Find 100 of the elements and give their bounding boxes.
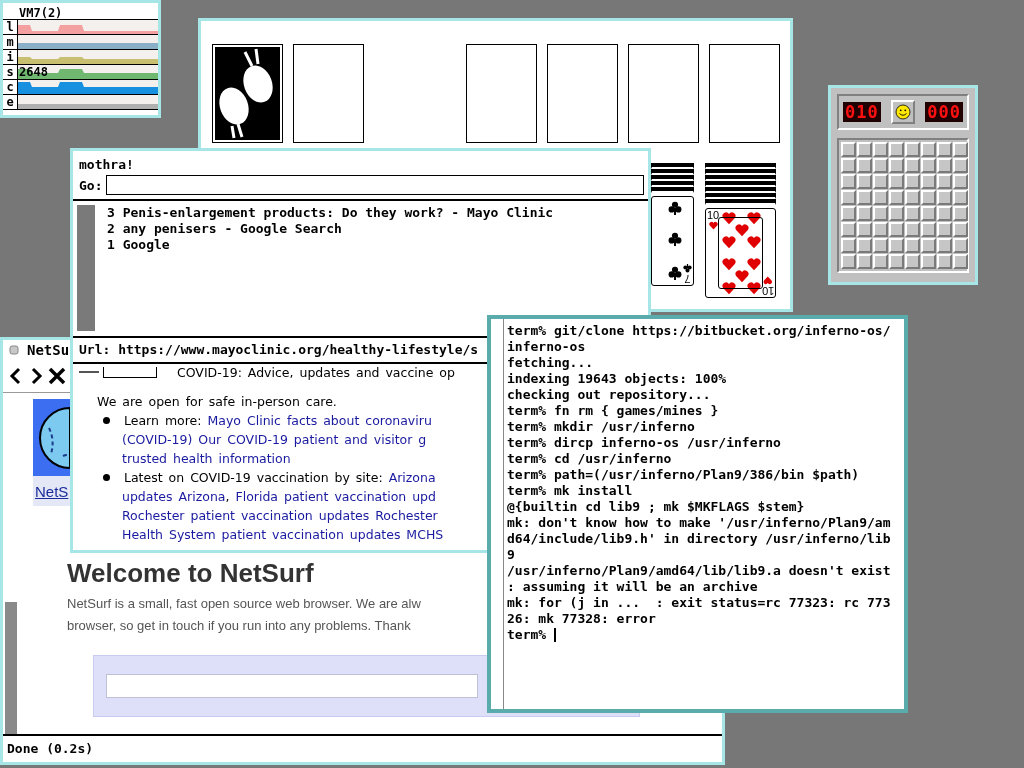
minefield-cell[interactable] — [889, 174, 904, 189]
minefield-cell[interactable] — [873, 238, 888, 253]
link[interactable]: updates Arizona — [122, 489, 226, 504]
history-item[interactable]: 2 any penisers - Google Search — [107, 221, 554, 237]
minefield-cell[interactable] — [937, 206, 952, 221]
minefield-cell[interactable] — [921, 174, 936, 189]
link[interactable]: Mayo Clinic facts about coronaviru — [207, 413, 432, 428]
minefield-cell[interactable] — [937, 238, 952, 253]
minefield-cell[interactable] — [905, 238, 920, 253]
minefield-cell[interactable] — [873, 206, 888, 221]
minefield-cell[interactable] — [921, 238, 936, 253]
minefield-cell[interactable] — [921, 222, 936, 237]
minefield-cell[interactable] — [841, 158, 856, 173]
minefield-cell[interactable] — [889, 238, 904, 253]
link[interactable]: Health System patient vaccination updates MCHS — [122, 527, 444, 542]
minefield-cell[interactable] — [937, 254, 952, 269]
minefield-cell[interactable] — [873, 142, 888, 157]
minefield-cell[interactable] — [905, 174, 920, 189]
history-item[interactable]: 1 Google — [107, 237, 554, 253]
face-down-card[interactable] — [705, 169, 776, 175]
minefield-cell[interactable] — [953, 142, 968, 157]
paragraph-line: browser, so get in touch if you run into any problems. Thank — [67, 617, 411, 635]
face-down-card[interactable] — [651, 163, 694, 169]
minefield-cell[interactable] — [889, 190, 904, 205]
minefield-cell[interactable] — [841, 206, 856, 221]
minefield-cell[interactable] — [953, 222, 968, 237]
link[interactable]: Florida patient vaccination upd — [235, 489, 436, 504]
face-down-card[interactable] — [705, 181, 776, 187]
nav-link[interactable]: NetS — [35, 482, 69, 500]
minefield-cell[interactable] — [905, 206, 920, 221]
minefield-cell[interactable] — [889, 142, 904, 157]
minefield-cell[interactable] — [905, 222, 920, 237]
minefield-cell[interactable] — [873, 222, 888, 237]
minefield-cell[interactable] — [889, 222, 904, 237]
minefield-cell[interactable] — [873, 174, 888, 189]
face-down-card[interactable] — [651, 181, 694, 187]
minefield-cell[interactable] — [953, 238, 968, 253]
minefield-cell[interactable] — [937, 190, 952, 205]
heart-icon — [747, 235, 762, 250]
face-down-card[interactable] — [705, 163, 776, 169]
minefield-cell[interactable] — [953, 254, 968, 269]
minefield-cell[interactable] — [857, 190, 872, 205]
minefield-cell[interactable] — [841, 222, 856, 237]
reset-button[interactable] — [891, 100, 915, 124]
face-down-card[interactable] — [705, 199, 776, 205]
minefield-cell[interactable] — [921, 142, 936, 157]
minefield-cell[interactable] — [921, 158, 936, 173]
scrollbar-thumb[interactable] — [5, 602, 17, 734]
minefield-cell[interactable] — [857, 142, 872, 157]
minefield-cell[interactable] — [841, 142, 856, 157]
minefield-cell[interactable] — [873, 190, 888, 205]
minefield-cell[interactable] — [937, 222, 952, 237]
minefield-cell[interactable] — [953, 158, 968, 173]
minefield-cell[interactable] — [857, 254, 872, 269]
minefield-cell[interactable] — [857, 238, 872, 253]
minefield-cell[interactable] — [857, 174, 872, 189]
minefield-cell[interactable] — [921, 206, 936, 221]
face-down-card[interactable] — [705, 187, 776, 193]
minefield-cell[interactable] — [937, 174, 952, 189]
minefield-cell[interactable] — [921, 190, 936, 205]
face-down-card[interactable] — [705, 175, 776, 181]
minefield-cell[interactable] — [841, 238, 856, 253]
minefield-cell[interactable] — [953, 206, 968, 221]
minefield-cell[interactable] — [953, 190, 968, 205]
search-field[interactable] — [106, 674, 478, 698]
link[interactable]: trusted health information — [122, 451, 291, 466]
minefield-cell[interactable] — [889, 254, 904, 269]
minefield-cell[interactable] — [905, 158, 920, 173]
minefield-cell[interactable] — [889, 206, 904, 221]
card-back-drawing[interactable] — [212, 44, 283, 143]
minefield-cell[interactable] — [857, 222, 872, 237]
face-down-card[interactable] — [651, 175, 694, 181]
minefield-cell[interactable] — [953, 174, 968, 189]
terminal-line: 9 — [507, 547, 516, 563]
face-down-card[interactable] — [651, 187, 694, 193]
minefield-cell[interactable] — [857, 206, 872, 221]
minefield-cell[interactable] — [905, 254, 920, 269]
minefield-cell[interactable] — [889, 158, 904, 173]
minefield-cell[interactable] — [937, 158, 952, 173]
minefield-cell[interactable] — [841, 254, 856, 269]
minefield-cell[interactable] — [905, 190, 920, 205]
link[interactable]: Rochester patient vaccination updates Rochester — [122, 508, 438, 523]
playing-card[interactable]: 7 — [651, 196, 694, 286]
link[interactable]: (COVID-19) Our COVID-19 patient and visitor g — [122, 432, 427, 447]
link[interactable]: Arizona — [388, 470, 436, 485]
minefield-cell[interactable] — [857, 158, 872, 173]
minefield-cell[interactable] — [841, 190, 856, 205]
minefield-cell[interactable] — [937, 142, 952, 157]
history-item[interactable]: 3 Penis-enlargement products: Do they work? - Mayo Clinic — [107, 205, 554, 221]
minefield-cell[interactable] — [841, 174, 856, 189]
minefield-cell[interactable] — [873, 158, 888, 173]
scrollbar[interactable] — [77, 205, 95, 331]
face-down-card[interactable] — [651, 169, 694, 175]
minefield-cell[interactable] — [873, 254, 888, 269]
playing-card[interactable]: 10 10 — [705, 208, 776, 298]
close-icon[interactable] — [47, 366, 65, 386]
minefield-cell[interactable] — [921, 254, 936, 269]
face-down-card[interactable] — [705, 193, 776, 199]
minefield-cell[interactable] — [905, 142, 920, 157]
go-field[interactable] — [106, 175, 644, 195]
